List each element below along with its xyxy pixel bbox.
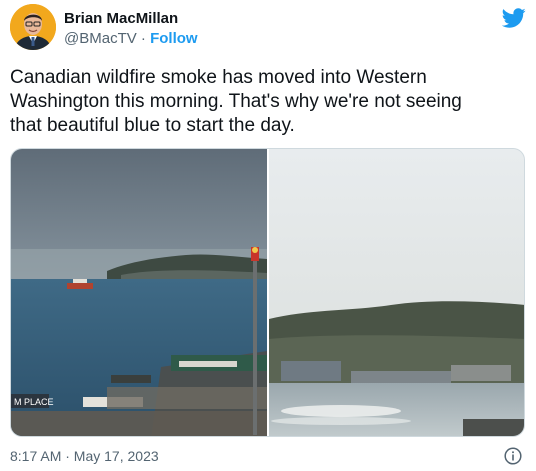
avatar[interactable] bbox=[10, 4, 56, 50]
info-icon[interactable] bbox=[504, 447, 522, 465]
separator-dot: · bbox=[140, 30, 146, 47]
follow-button[interactable]: Follow bbox=[150, 30, 198, 47]
timestamp[interactable]: 8:17 AM · May 17, 2023 bbox=[10, 448, 159, 464]
avatar-image bbox=[10, 4, 56, 50]
tweet-header: Brian MacMillan @BMacTV · Follow bbox=[10, 4, 526, 52]
media-photos: M PLACE bbox=[11, 149, 524, 436]
twitter-bird-icon[interactable] bbox=[502, 6, 526, 30]
left-photo: M PLACE bbox=[11, 149, 267, 436]
handle-row: @BMacTV · Follow bbox=[64, 29, 198, 49]
tweet-media[interactable]: M PLACE bbox=[10, 148, 525, 437]
right-photo bbox=[269, 149, 524, 436]
tweet-footer: 8:17 AM · May 17, 2023 bbox=[10, 447, 526, 467]
tweet-text: Canadian wildfire smoke has moved into W… bbox=[10, 67, 462, 136]
handle[interactable]: @BMacTV bbox=[64, 30, 137, 47]
display-name[interactable]: Brian MacMillan bbox=[64, 9, 198, 28]
author-names: Brian MacMillan @BMacTV · Follow bbox=[64, 9, 198, 49]
left-photo-caption: M PLACE bbox=[14, 397, 54, 407]
